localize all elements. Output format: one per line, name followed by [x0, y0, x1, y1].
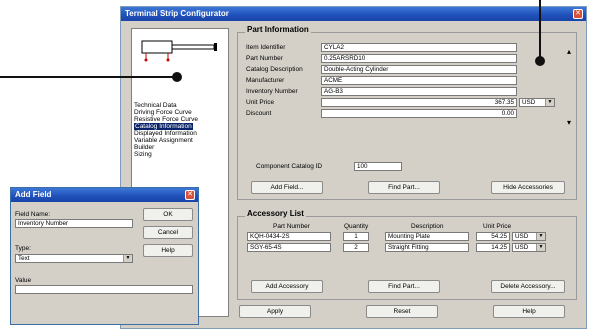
dialog-titlebar: Add Field — [11, 188, 198, 202]
col-header-unit-price: Unit Price — [483, 223, 512, 230]
cylinder-preview — [141, 40, 217, 62]
nav-item-technical-data[interactable]: Technical Data — [134, 102, 177, 109]
type-label: Type: — [15, 245, 31, 252]
close-icon: ✕ — [187, 191, 193, 198]
manufacturer-field[interactable]: ACME — [321, 76, 517, 85]
accessory-part-number[interactable]: SGY-65-4S — [247, 243, 331, 252]
accessory-unit-price[interactable]: 14.25 — [476, 243, 510, 252]
accessory-quantity[interactable]: 2 — [343, 243, 369, 252]
type-select[interactable]: Text ▼ — [15, 254, 133, 263]
nav-item-resistive-force-curve[interactable]: Resistive Force Curve — [134, 116, 198, 123]
catalog-id-field[interactable]: 100 — [354, 162, 402, 171]
field-name-input[interactable]: Inventory Number — [15, 219, 133, 228]
nav-item-variable-assignment[interactable]: Variable Assignment — [134, 137, 193, 144]
accessory-currency-value: USD — [515, 233, 529, 240]
catalog-description-label: Catalog Description — [246, 66, 303, 73]
part-number-label: Part Number — [246, 55, 283, 62]
item-identifier-field[interactable]: CYLA2 — [321, 43, 517, 52]
field-name-label: Field Name: — [15, 211, 51, 218]
close-icon: ✕ — [575, 10, 581, 17]
accessory-description[interactable]: Mounting Plate — [385, 232, 469, 241]
catalog-id-label: Component Catalog ID — [256, 163, 323, 170]
arrow-up-icon[interactable]: ▴ — [565, 48, 573, 57]
accessory-find-part-button[interactable]: Find Part... — [368, 280, 440, 293]
catalog-description-field[interactable]: Double-Acting Cylinder — [321, 65, 517, 74]
type-value: Text — [18, 255, 30, 262]
arrow-down-icon[interactable]: ▾ — [565, 119, 573, 128]
callout-marker — [535, 56, 545, 66]
manufacturer-label: Manufacturer — [246, 77, 285, 84]
value-label: Value — [15, 277, 32, 284]
dialog-title: Add Field — [15, 190, 52, 199]
callout-line — [539, 0, 541, 60]
hide-accessories-button[interactable]: Hide Accessories — [491, 181, 565, 194]
callout-line — [0, 76, 180, 78]
accessory-currency-select[interactable]: USD ▼ — [512, 232, 546, 241]
currency-value: USD — [522, 99, 536, 106]
add-field-button[interactable]: Add Field... — [251, 181, 323, 194]
add-accessory-button[interactable]: Add Accessory — [251, 280, 323, 293]
dialog-help-button[interactable]: Help — [143, 244, 193, 257]
window-titlebar: Terminal Strip Configurator — [121, 7, 586, 21]
discount-field[interactable]: 0.00 — [321, 109, 517, 118]
accessory-currency-value: USD — [515, 244, 529, 251]
accessory-description[interactable]: Straight Fitting — [385, 243, 469, 252]
help-button[interactable]: Help — [493, 305, 565, 318]
reset-button[interactable]: Reset — [366, 305, 438, 318]
callout-marker — [172, 72, 182, 82]
nav-item-builder[interactable]: Builder — [134, 144, 154, 151]
delete-accessory-button[interactable]: Delete Accessory... — [491, 280, 565, 293]
accessory-unit-price[interactable]: 54.25 — [476, 232, 510, 241]
nav-item-catalog-information[interactable]: Catalog Information — [134, 123, 193, 130]
inventory-number-field[interactable]: AG-B3 — [321, 87, 517, 96]
part-information-title: Part Information — [245, 25, 311, 34]
discount-label: Discount — [246, 110, 272, 117]
nav-item-displayed-information[interactable]: Displayed Information — [134, 130, 197, 137]
cancel-button[interactable]: Cancel — [143, 226, 193, 239]
value-input[interactable] — [15, 285, 193, 294]
dialog-close-button[interactable]: ✕ — [185, 190, 195, 200]
col-header-part-number: Part Number — [273, 223, 310, 230]
nav-item-sizing[interactable]: Sizing — [134, 151, 152, 158]
part-number-field[interactable]: 0.25ARSRD10 — [321, 54, 517, 63]
accessory-list-title: Accessory List — [245, 209, 306, 218]
nav-item-driving-force-curve[interactable]: Driving Force Curve — [134, 109, 192, 116]
unit-price-label: Unit Price — [246, 99, 275, 106]
inventory-number-label: Inventory Number — [246, 88, 298, 95]
chevron-down-icon: ▼ — [123, 255, 132, 262]
col-header-description: Description — [411, 223, 444, 230]
accessory-currency-select[interactable]: USD ▼ — [512, 243, 546, 252]
chevron-down-icon: ▼ — [545, 99, 554, 106]
ok-button[interactable]: OK — [143, 208, 193, 221]
chevron-down-icon: ▼ — [536, 233, 545, 240]
chevron-down-icon: ▼ — [536, 244, 545, 251]
find-part-button[interactable]: Find Part... — [368, 181, 440, 194]
accessory-quantity[interactable]: 1 — [343, 232, 369, 241]
window-title: Terminal Strip Configurator — [125, 9, 229, 18]
accessory-part-number[interactable]: KQH-0434-2S — [247, 232, 331, 241]
apply-button[interactable]: Apply — [239, 305, 311, 318]
currency-select[interactable]: USD ▼ — [519, 98, 555, 107]
item-identifier-label: Item Identifier — [246, 44, 286, 51]
window-close-button[interactable]: ✕ — [573, 9, 583, 19]
col-header-quantity: Quantity — [344, 223, 369, 230]
unit-price-field[interactable]: 367.35 — [321, 98, 517, 107]
add-field-dialog: Add Field ✕ Field Name: Inventory Number… — [10, 187, 199, 325]
